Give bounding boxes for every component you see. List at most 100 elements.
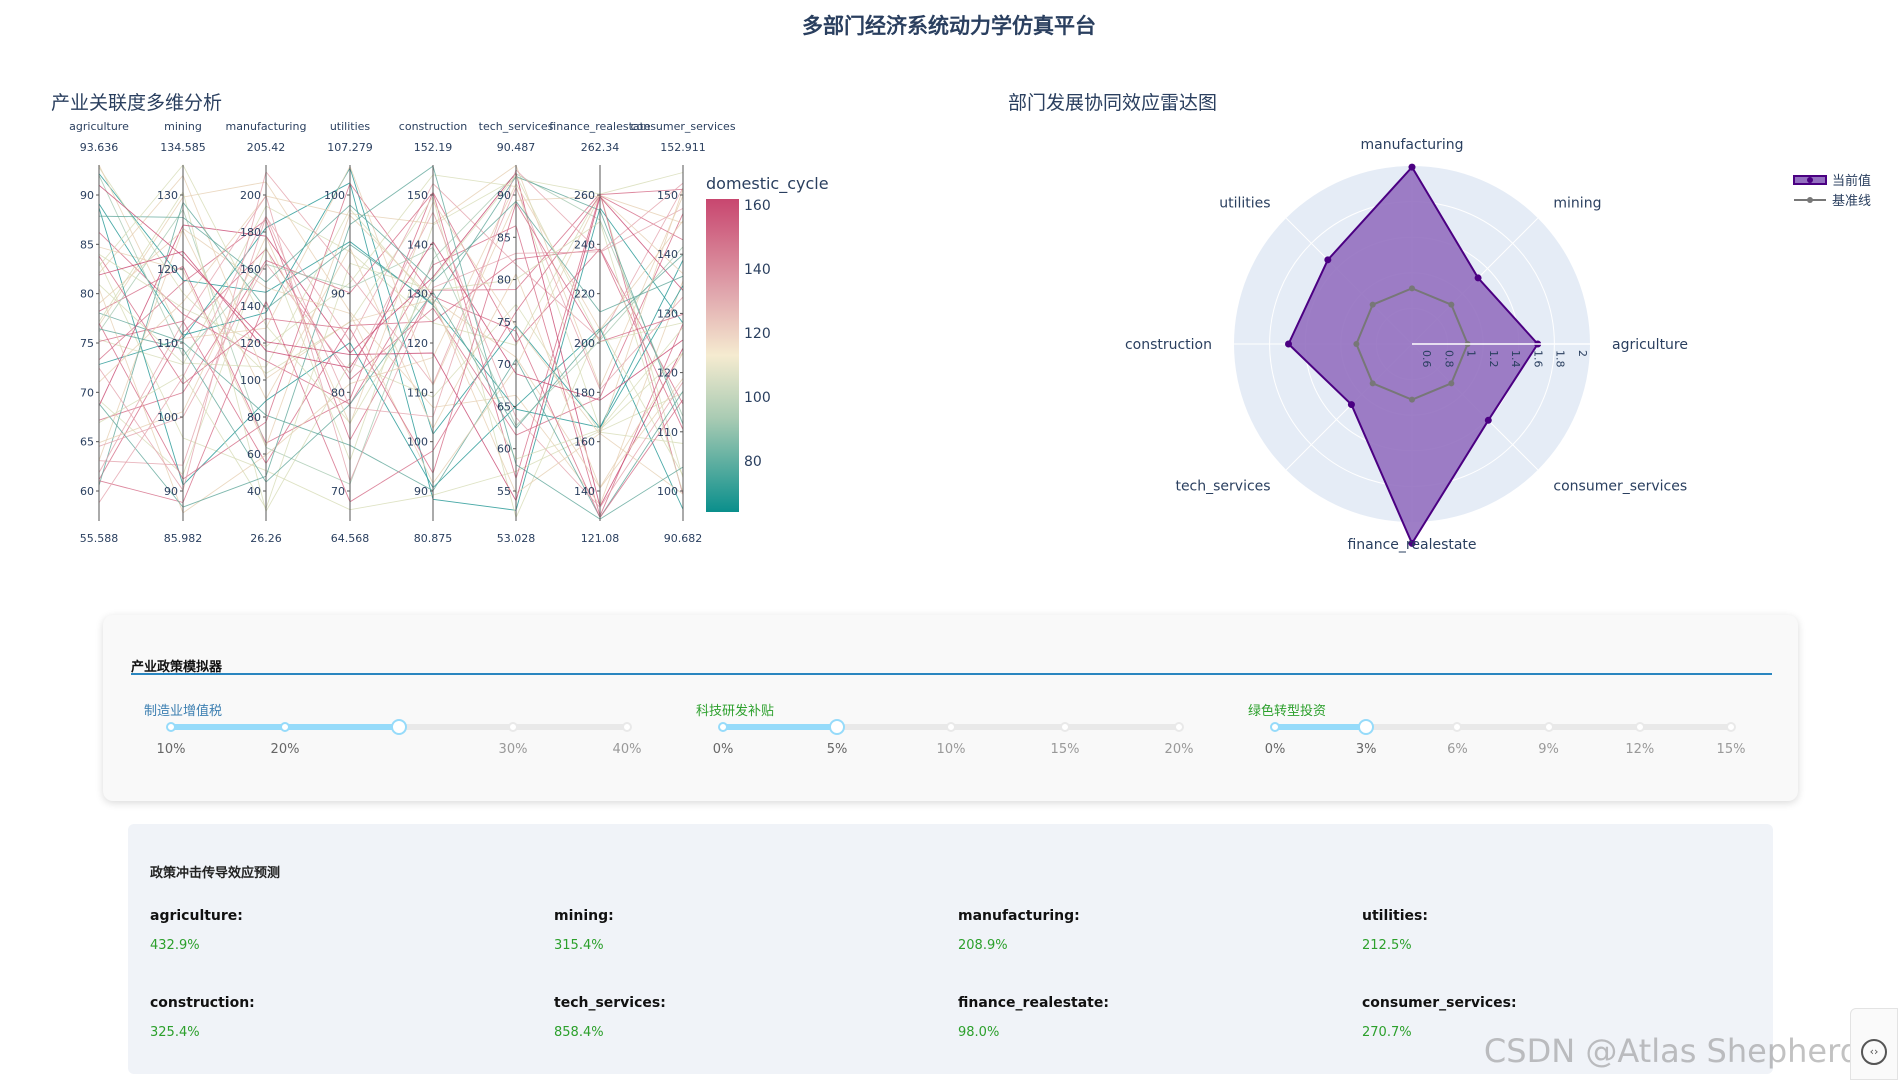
slider-tick-label[interactable]: 15% <box>1701 742 1761 757</box>
radar-baseline-point[interactable] <box>1409 285 1415 292</box>
slider-handle-2[interactable] <box>829 719 845 735</box>
slider-tick-label[interactable]: 30% <box>483 742 543 757</box>
colorbar-title: domestic_cycle <box>706 174 829 194</box>
slider-mark[interactable] <box>1634 722 1645 732</box>
prediction-sector-name: tech_services: <box>554 995 666 1011</box>
slider-tick-label[interactable]: 5% <box>807 742 867 757</box>
slider-mark[interactable] <box>1270 722 1280 732</box>
pc-tick-label: 180 <box>240 226 261 239</box>
slider-tick-label[interactable]: 0% <box>693 742 753 757</box>
radar-chart[interactable]: 0.6 0.8 1 1.2 1.4 1.6 1.8 2 manufacturing mining a… <box>1000 130 1898 570</box>
slider-mark[interactable] <box>1060 722 1070 732</box>
radar-axis-label-manufacturing: manufacturing <box>1361 137 1464 153</box>
pc-tick-label: 100 <box>324 189 345 202</box>
pc-tick-label: 240 <box>574 238 595 251</box>
radar-baseline-point[interactable] <box>1448 380 1455 387</box>
parallel-coordinates-chart[interactable]: 90 85 80 75 70 65 60 130 120 110 100 90 200 180 160 140… <box>0 0 960 560</box>
slider-mark[interactable] <box>1452 722 1463 732</box>
radar-current-point[interactable] <box>1484 416 1492 424</box>
legend-baseline[interactable]: 基准线 <box>1832 194 1871 209</box>
prediction-sector-value: 212.5% <box>1362 938 1412 953</box>
slider-fill-2 <box>723 724 837 730</box>
pc-tick-label: 55 <box>497 485 511 498</box>
radar-axis-label-tech_services: tech_services <box>1175 478 1270 494</box>
pc-tick-label: 80 <box>247 411 261 424</box>
pc-tick-label: 90 <box>331 288 345 301</box>
radar-axis-label-finance_realestate: finance_realestate <box>1347 537 1476 553</box>
slider-handle-3[interactable] <box>1358 719 1375 735</box>
slider-mark[interactable] <box>280 722 290 732</box>
slider-handle-1[interactable] <box>391 719 407 735</box>
slider-label-1: 制造业增值税 <box>144 704 223 719</box>
slider-tick-label[interactable]: 6% <box>1427 742 1487 757</box>
radar-baseline-point[interactable] <box>1369 380 1376 387</box>
pc-tick-label: 100 <box>240 374 261 387</box>
radar-radial-tick: 1.2 <box>1487 350 1500 368</box>
pc-tick-label: 110 <box>657 426 678 439</box>
slider-mark[interactable] <box>166 722 176 732</box>
slider-tick-label[interactable]: 20% <box>1149 742 1209 757</box>
pc-tick-label: 90 <box>497 189 511 202</box>
pc-tick-label: 80 <box>80 288 94 301</box>
pc-tick-label: 60 <box>247 448 261 461</box>
slider-tick-label[interactable]: 0% <box>1245 742 1305 757</box>
pc-tick-label: 140 <box>657 248 678 261</box>
pc-tick-label: 80 <box>331 386 345 399</box>
slider-tick-label[interactable]: 10% <box>921 742 981 757</box>
slider-mark[interactable] <box>1174 722 1184 732</box>
radar-current-point[interactable] <box>1408 163 1416 171</box>
slider-tick-label[interactable]: 15% <box>1035 742 1095 757</box>
slider-mark[interactable] <box>946 722 956 732</box>
slider-mark[interactable] <box>1726 722 1736 732</box>
radar-current-point[interactable] <box>1474 274 1482 282</box>
pc-tick-label: 60 <box>80 485 94 498</box>
pc-tick-label: 120 <box>657 367 678 380</box>
pc-polyline <box>98 174 684 489</box>
radar-current-point[interactable] <box>1285 340 1293 348</box>
pc-tick-label: 75 <box>497 316 511 329</box>
radar-current-point[interactable] <box>1347 401 1355 409</box>
slider-mark[interactable] <box>622 722 632 732</box>
pc-tick-label: 65 <box>80 436 94 449</box>
pc-tick-label: 120 <box>407 337 428 350</box>
pc-tick-label: 130 <box>657 307 678 320</box>
slider-tick-label[interactable]: 20% <box>255 742 315 757</box>
slider-tick-label[interactable]: 3% <box>1336 742 1396 757</box>
slider-tick-label[interactable]: 40% <box>597 742 657 757</box>
policy-simulator-panel: 产业政策模拟器 制造业增值税 10% 20% 30% 40% 科技研发补贴 0% 5% 10% 1… <box>103 615 1798 801</box>
pc-tick-label: 75 <box>80 337 94 350</box>
scroll-toggle-button[interactable]: ‹› <box>1850 1008 1898 1080</box>
pc-tick-label: 40 <box>247 485 261 498</box>
slider-tick-label[interactable]: 9% <box>1519 742 1579 757</box>
prediction-sector-value: 858.4% <box>554 1025 604 1040</box>
radar-baseline-point[interactable] <box>1369 301 1376 308</box>
prediction-sector-name: finance_realestate: <box>958 995 1109 1011</box>
radar-radial-tick: 1 <box>1465 350 1478 357</box>
collapse-icon: ‹› <box>1861 1039 1887 1065</box>
radar-radial-tick: 1.6 <box>1531 350 1544 368</box>
prediction-title: 政策冲击传导效应预测 <box>150 866 281 881</box>
prediction-sector-name: mining: <box>554 908 614 924</box>
radar-axis-label-agriculture: agriculture <box>1612 337 1688 353</box>
pc-tick-label: 120 <box>240 337 261 350</box>
slider-mark[interactable] <box>1543 722 1554 732</box>
radar-current-point[interactable] <box>1324 256 1332 264</box>
radar-baseline-point[interactable] <box>1448 301 1455 308</box>
slider-tick-label[interactable]: 12% <box>1610 742 1670 757</box>
radar-axis-label-consumer_services: consumer_services <box>1553 478 1687 494</box>
radar-baseline-point[interactable] <box>1409 396 1415 403</box>
radar-legend[interactable]: 当前值基准线 <box>1793 173 1871 209</box>
slider-mark[interactable] <box>508 722 518 732</box>
colorbar <box>706 199 739 512</box>
colorbar-tick: 140 <box>744 262 771 278</box>
colorbar-tick: 100 <box>744 390 771 406</box>
pc-tick-label: 90 <box>164 485 178 498</box>
radar-radial-tick: 1.4 <box>1509 350 1522 368</box>
pc-tick-label: 90 <box>80 189 94 202</box>
radar-baseline-point[interactable] <box>1353 341 1360 347</box>
policy-divider <box>131 673 1772 675</box>
slider-tick-label[interactable]: 10% <box>141 742 201 757</box>
pc-tick-label: 150 <box>657 189 678 202</box>
slider-mark[interactable] <box>718 722 728 732</box>
legend-current[interactable]: 当前值 <box>1832 173 1871 189</box>
